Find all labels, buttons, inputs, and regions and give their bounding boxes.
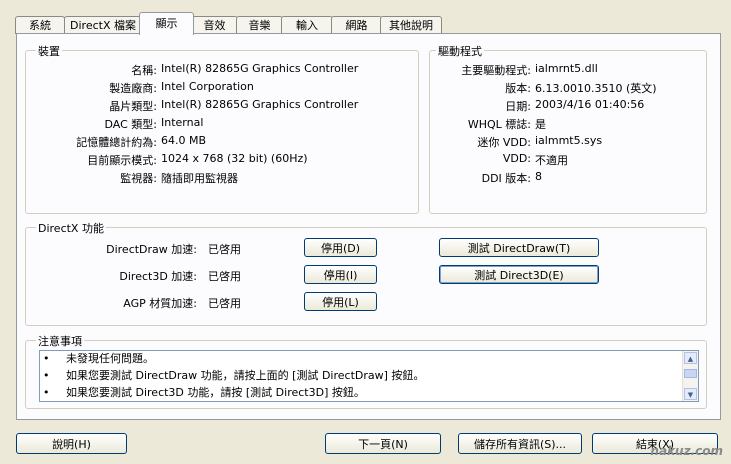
ddi-version-value: 8 bbox=[535, 170, 542, 183]
note-text: 如果您要測試 DirectDraw 功能，請按上面的 [測試 DirectDra… bbox=[66, 369, 425, 382]
save-all-info-button[interactable]: 儲存所有資訊(S)... bbox=[458, 433, 582, 454]
main-driver-label: 主要驅動程式: bbox=[461, 64, 531, 77]
device-name-label: 名稱: bbox=[131, 64, 157, 77]
notes-scrollbar[interactable]: ▲ ▼ bbox=[682, 351, 698, 401]
scroll-up-icon[interactable]: ▲ bbox=[684, 352, 697, 364]
help-button[interactable]: 說明(H) bbox=[16, 433, 127, 454]
version-value: 6.13.0010.3510 (英文) bbox=[535, 82, 657, 95]
date-label: 日期: bbox=[505, 100, 531, 113]
chip-type-value: Intel(R) 82865G Graphics Controller bbox=[161, 98, 359, 111]
scroll-thumb[interactable] bbox=[684, 369, 697, 378]
tab-directx-files[interactable]: DirectX 檔案 bbox=[64, 16, 142, 34]
display-mode-label: 目前顯示模式: bbox=[87, 154, 157, 167]
mini-vdd-label: 迷你 VDD: bbox=[477, 136, 531, 149]
disable-directdraw-button[interactable]: 停用(D) bbox=[304, 238, 377, 257]
monitor-label: 監視器: bbox=[120, 172, 157, 185]
mini-vdd-value: ialmmt5.sys bbox=[535, 134, 603, 147]
bullet: • bbox=[43, 386, 50, 399]
disable-agp-button[interactable]: 停用(L) bbox=[304, 292, 377, 311]
manufacturer-value: Intel Corporation bbox=[161, 80, 254, 93]
note-text: 如果您要測試 Direct3D 功能，請按 [測試 Direct3D] 按鈕。 bbox=[66, 386, 365, 399]
agp-accel-value: 已啓用 bbox=[208, 297, 241, 310]
version-label: 版本: bbox=[505, 82, 531, 95]
tab-page: 裝置 名稱: Intel(R) 82865G Graphics Controll… bbox=[16, 33, 721, 420]
next-page-button[interactable]: 下一頁(N) bbox=[325, 433, 441, 454]
display-mode-value: 1024 x 768 (32 bit) (60Hz) bbox=[161, 152, 308, 165]
direct3d-accel-value: 已啓用 bbox=[208, 270, 241, 283]
manufacturer-label: 製造廠商: bbox=[109, 82, 157, 95]
tab-more-help[interactable]: 其他說明 bbox=[380, 16, 442, 34]
agp-accel-label: AGP 材質加速: bbox=[123, 297, 197, 310]
tab-sound[interactable]: 音效 bbox=[191, 16, 238, 34]
directdraw-accel-label: DirectDraw 加速: bbox=[106, 243, 197, 256]
memory-value: 64.0 MB bbox=[161, 134, 207, 147]
bullet: • bbox=[43, 352, 50, 365]
device-group-title: 裝置 bbox=[36, 43, 62, 59]
scroll-down-icon[interactable]: ▼ bbox=[684, 388, 697, 400]
tab-network[interactable]: 網路 bbox=[331, 16, 382, 34]
note-text: 未發現任何問題。 bbox=[66, 352, 154, 365]
vdd-value: 不適用 bbox=[535, 154, 568, 167]
notes-textbox[interactable]: • 未發現任何問題。 • 如果您要測試 DirectDraw 功能，請按上面的 … bbox=[39, 350, 699, 402]
whql-value: 是 bbox=[535, 118, 546, 131]
driver-group-title: 驅動程式 bbox=[436, 43, 484, 59]
direct3d-accel-label: Direct3D 加速: bbox=[119, 270, 197, 283]
tab-music[interactable]: 音樂 bbox=[236, 16, 283, 34]
test-directdraw-button[interactable]: 測試 DirectDraw(T) bbox=[439, 238, 599, 257]
tab-system[interactable]: 系統 bbox=[15, 16, 65, 34]
directdraw-accel-value: 已啓用 bbox=[208, 243, 241, 256]
disable-direct3d-button[interactable]: 停用(I) bbox=[304, 265, 377, 284]
tab-input[interactable]: 輸入 bbox=[281, 16, 333, 34]
notes-title: 注意事項 bbox=[36, 333, 84, 349]
dac-type-label: DAC 類型: bbox=[104, 118, 158, 131]
chip-type-label: 晶片類型: bbox=[109, 100, 157, 113]
test-direct3d-button[interactable]: 測試 Direct3D(E) bbox=[439, 265, 599, 284]
memory-label: 記憶體總計約為: bbox=[76, 136, 157, 149]
ddi-version-label: DDI 版本: bbox=[481, 172, 531, 185]
date-value: 2003/4/16 01:40:56 bbox=[535, 98, 645, 111]
tab-display[interactable]: 顯示 bbox=[139, 12, 194, 35]
main-driver-value: ialmrnt5.dll bbox=[535, 62, 598, 75]
monitor-value: 隨插即用監視器 bbox=[161, 172, 238, 185]
directx-features-title: DirectX 功能 bbox=[36, 220, 106, 236]
bullet: • bbox=[43, 369, 50, 382]
watermark: nakuz.com bbox=[650, 444, 723, 458]
dac-type-value: Internal bbox=[161, 116, 204, 129]
vdd-label: VDD: bbox=[502, 152, 531, 165]
device-name-value: Intel(R) 82865G Graphics Controller bbox=[161, 62, 359, 75]
whql-label: WHQL 標誌: bbox=[467, 118, 531, 131]
